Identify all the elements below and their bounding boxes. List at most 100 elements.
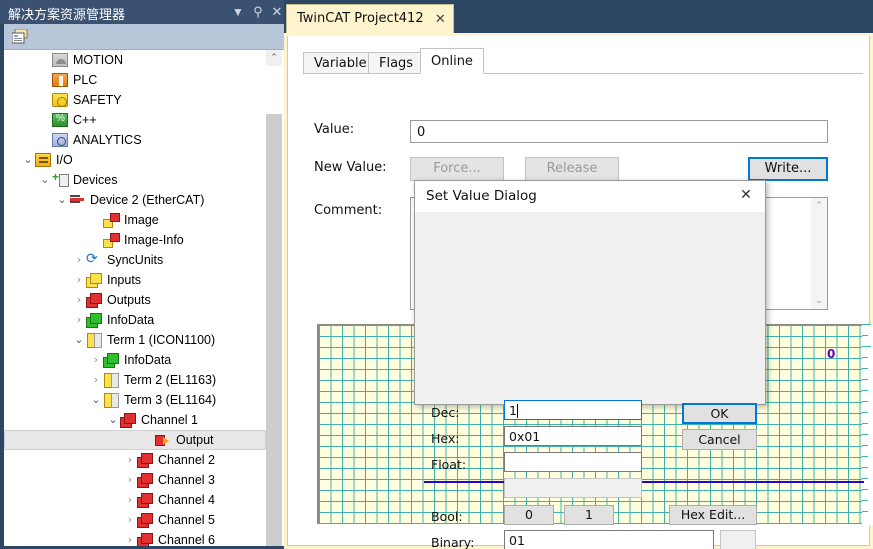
scroll-down-icon[interactable]: ⌄	[811, 293, 827, 309]
binary-input-text: 01	[509, 533, 525, 548]
chevron-right-icon[interactable]: ›	[72, 290, 86, 310]
scroll-up-icon[interactable]: ⌃	[811, 198, 827, 214]
term-icon	[103, 373, 119, 388]
release-button[interactable]: Release	[525, 157, 619, 181]
tree-item-label: I/O	[56, 153, 73, 167]
tab-online[interactable]: Online	[420, 48, 484, 74]
tree-item-term-3-el1164[interactable]: ⌄ Term 3 (EL1164)	[4, 390, 266, 410]
chevron-placeholder	[89, 230, 103, 250]
force-button[interactable]: Force...	[410, 157, 504, 181]
tree-item-inputs[interactable]: › Inputs	[4, 270, 266, 290]
scrollbar-thumb[interactable]	[266, 114, 282, 546]
outputs-icon	[86, 293, 102, 308]
chevron-right-icon[interactable]: ›	[123, 470, 137, 490]
tree-item-label: Channel 4	[158, 493, 215, 507]
tree-item-term-2-el1163[interactable]: › Term 2 (EL1163)	[4, 370, 266, 390]
bool-one-button[interactable]: 1	[564, 505, 614, 525]
set-value-dialog[interactable]: Set Value Dialog ✕ Dec: 1 Hex: 0x01 Floa…	[414, 180, 766, 549]
properties-icon[interactable]	[12, 29, 29, 44]
tree-item-analytics[interactable]: ANALYTICS	[4, 130, 266, 150]
tree-item-motion[interactable]: MOTION	[4, 50, 266, 70]
chevron-down-icon[interactable]: ⌄	[21, 150, 35, 170]
chevron-right-icon[interactable]: ›	[89, 370, 103, 390]
tree-item-label: Term 2 (EL1163)	[124, 373, 217, 387]
tree-item-channel-2[interactable]: › Channel 2	[4, 450, 266, 470]
binary-input[interactable]: 01	[504, 530, 714, 549]
tree-item-i-o[interactable]: ⌄ I/O	[4, 150, 266, 170]
value-input[interactable]: 0	[410, 120, 828, 143]
bool-zero-button[interactable]: 0	[504, 505, 554, 525]
comment-scrollbar[interactable]: ⌃ ⌄	[811, 198, 827, 309]
chevron-down-icon[interactable]: ▼	[229, 3, 247, 21]
float-secondary-input[interactable]	[504, 478, 642, 498]
tree-item-safety[interactable]: SAFETY	[4, 90, 266, 110]
dec-label: Dec:	[431, 405, 460, 420]
tab-flags[interactable]: Flags	[368, 52, 425, 74]
chevron-right-icon[interactable]: ›	[123, 490, 137, 510]
tab-variable[interactable]: Variable	[303, 52, 378, 74]
tree-item-c[interactable]: C++	[4, 110, 266, 130]
solution-explorer-title: 解决方案资源管理器	[8, 8, 126, 23]
outputs-icon	[120, 413, 136, 428]
chevron-right-icon[interactable]: ›	[123, 530, 137, 546]
tree-item-plc[interactable]: PLC	[4, 70, 266, 90]
float-input[interactable]	[504, 452, 642, 472]
text-caret	[517, 404, 518, 418]
float-label: Float:	[431, 457, 467, 472]
hex-input[interactable]: 0x01	[504, 426, 642, 446]
tree-item-infodata[interactable]: › InfoData	[4, 350, 266, 370]
tree-item-channel-1[interactable]: ⌄ Channel 1	[4, 410, 266, 430]
tree-item-device-2-ethercat[interactable]: ⌄ Device 2 (EtherCAT)	[4, 190, 266, 210]
chevron-down-icon[interactable]: ⌄	[55, 190, 69, 210]
tree-item-outputs[interactable]: › Outputs	[4, 290, 266, 310]
ok-button[interactable]: OK	[682, 403, 757, 424]
chevron-down-icon[interactable]: ⌄	[89, 390, 103, 410]
tree-item-channel-5[interactable]: › Channel 5	[4, 510, 266, 530]
tree-item-channel-4[interactable]: › Channel 4	[4, 490, 266, 510]
app-window: 解决方案资源管理器 ▼ ⚲ ✕ MOTION PLC SAFETY C++ ANALYT…	[0, 0, 873, 549]
cancel-button[interactable]: Cancel	[682, 429, 757, 450]
tree-item-label: MOTION	[73, 53, 123, 67]
chevron-right-icon[interactable]: ›	[72, 250, 86, 270]
chevron-right-icon[interactable]: ›	[72, 270, 86, 290]
binary-secondary-input[interactable]	[720, 530, 756, 549]
tree-item-output[interactable]: Output	[4, 430, 266, 450]
solution-explorer-tree-container[interactable]: MOTIONPLCSAFETYC++ANALYTICS⌄I/O⌄Devices⌄…	[4, 50, 286, 546]
tab-close-icon[interactable]: ✕	[435, 12, 446, 27]
scroll-up-icon[interactable]: ⌃	[266, 50, 282, 66]
chevron-right-icon[interactable]: ›	[89, 350, 103, 370]
solution-explorer-tree: MOTIONPLCSAFETYC++ANALYTICS⌄I/O⌄Devices⌄…	[4, 50, 266, 546]
tree-item-syncunits[interactable]: › SyncUnits	[4, 250, 266, 270]
close-icon[interactable]: ✕	[735, 185, 757, 205]
plc-icon	[52, 73, 68, 87]
tree-item-term-1-icon1100[interactable]: ⌄ Term 1 (ICON1100)	[4, 330, 266, 350]
inputs-icon	[86, 273, 102, 288]
chevron-right-icon[interactable]: ›	[123, 450, 137, 470]
dec-input[interactable]: 1	[504, 400, 642, 420]
chevron-down-icon[interactable]: ⌄	[72, 330, 86, 350]
tree-item-devices[interactable]: ⌄ Devices	[4, 170, 266, 190]
outputs-icon	[137, 513, 153, 528]
tree-item-label: Device 2 (EtherCAT)	[90, 193, 205, 207]
tree-item-infodata[interactable]: › InfoData	[4, 310, 266, 330]
tree-item-image-info[interactable]: Image-Info	[4, 230, 266, 250]
scope-zero-label: 0	[827, 347, 836, 361]
tree-item-label: Channel 6	[158, 533, 215, 546]
tree-item-image[interactable]: Image	[4, 210, 266, 230]
chevron-down-icon[interactable]: ⌄	[106, 410, 120, 430]
tree-item-label: Image-Info	[124, 233, 184, 247]
write-button[interactable]: Write...	[748, 157, 828, 181]
outputs-icon	[137, 453, 153, 468]
hex-edit-button[interactable]: Hex Edit...	[669, 505, 757, 525]
tree-item-channel-3[interactable]: › Channel 3	[4, 470, 266, 490]
sidebar-scrollbar[interactable]: ⌃	[266, 50, 282, 546]
chevron-right-icon[interactable]: ›	[72, 310, 86, 330]
binary-label: Binary:	[431, 535, 475, 549]
chevron-right-icon[interactable]: ›	[123, 510, 137, 530]
ethercat-icon	[69, 193, 85, 207]
chevron-down-icon[interactable]: ⌄	[38, 170, 52, 190]
pin-icon[interactable]: ⚲	[249, 3, 267, 21]
tree-item-channel-6[interactable]: › Channel 6	[4, 530, 266, 546]
tree-item-label: Channel 3	[158, 473, 215, 487]
tab-twincat-project412[interactable]: TwinCAT Project412 ✕	[286, 4, 454, 33]
